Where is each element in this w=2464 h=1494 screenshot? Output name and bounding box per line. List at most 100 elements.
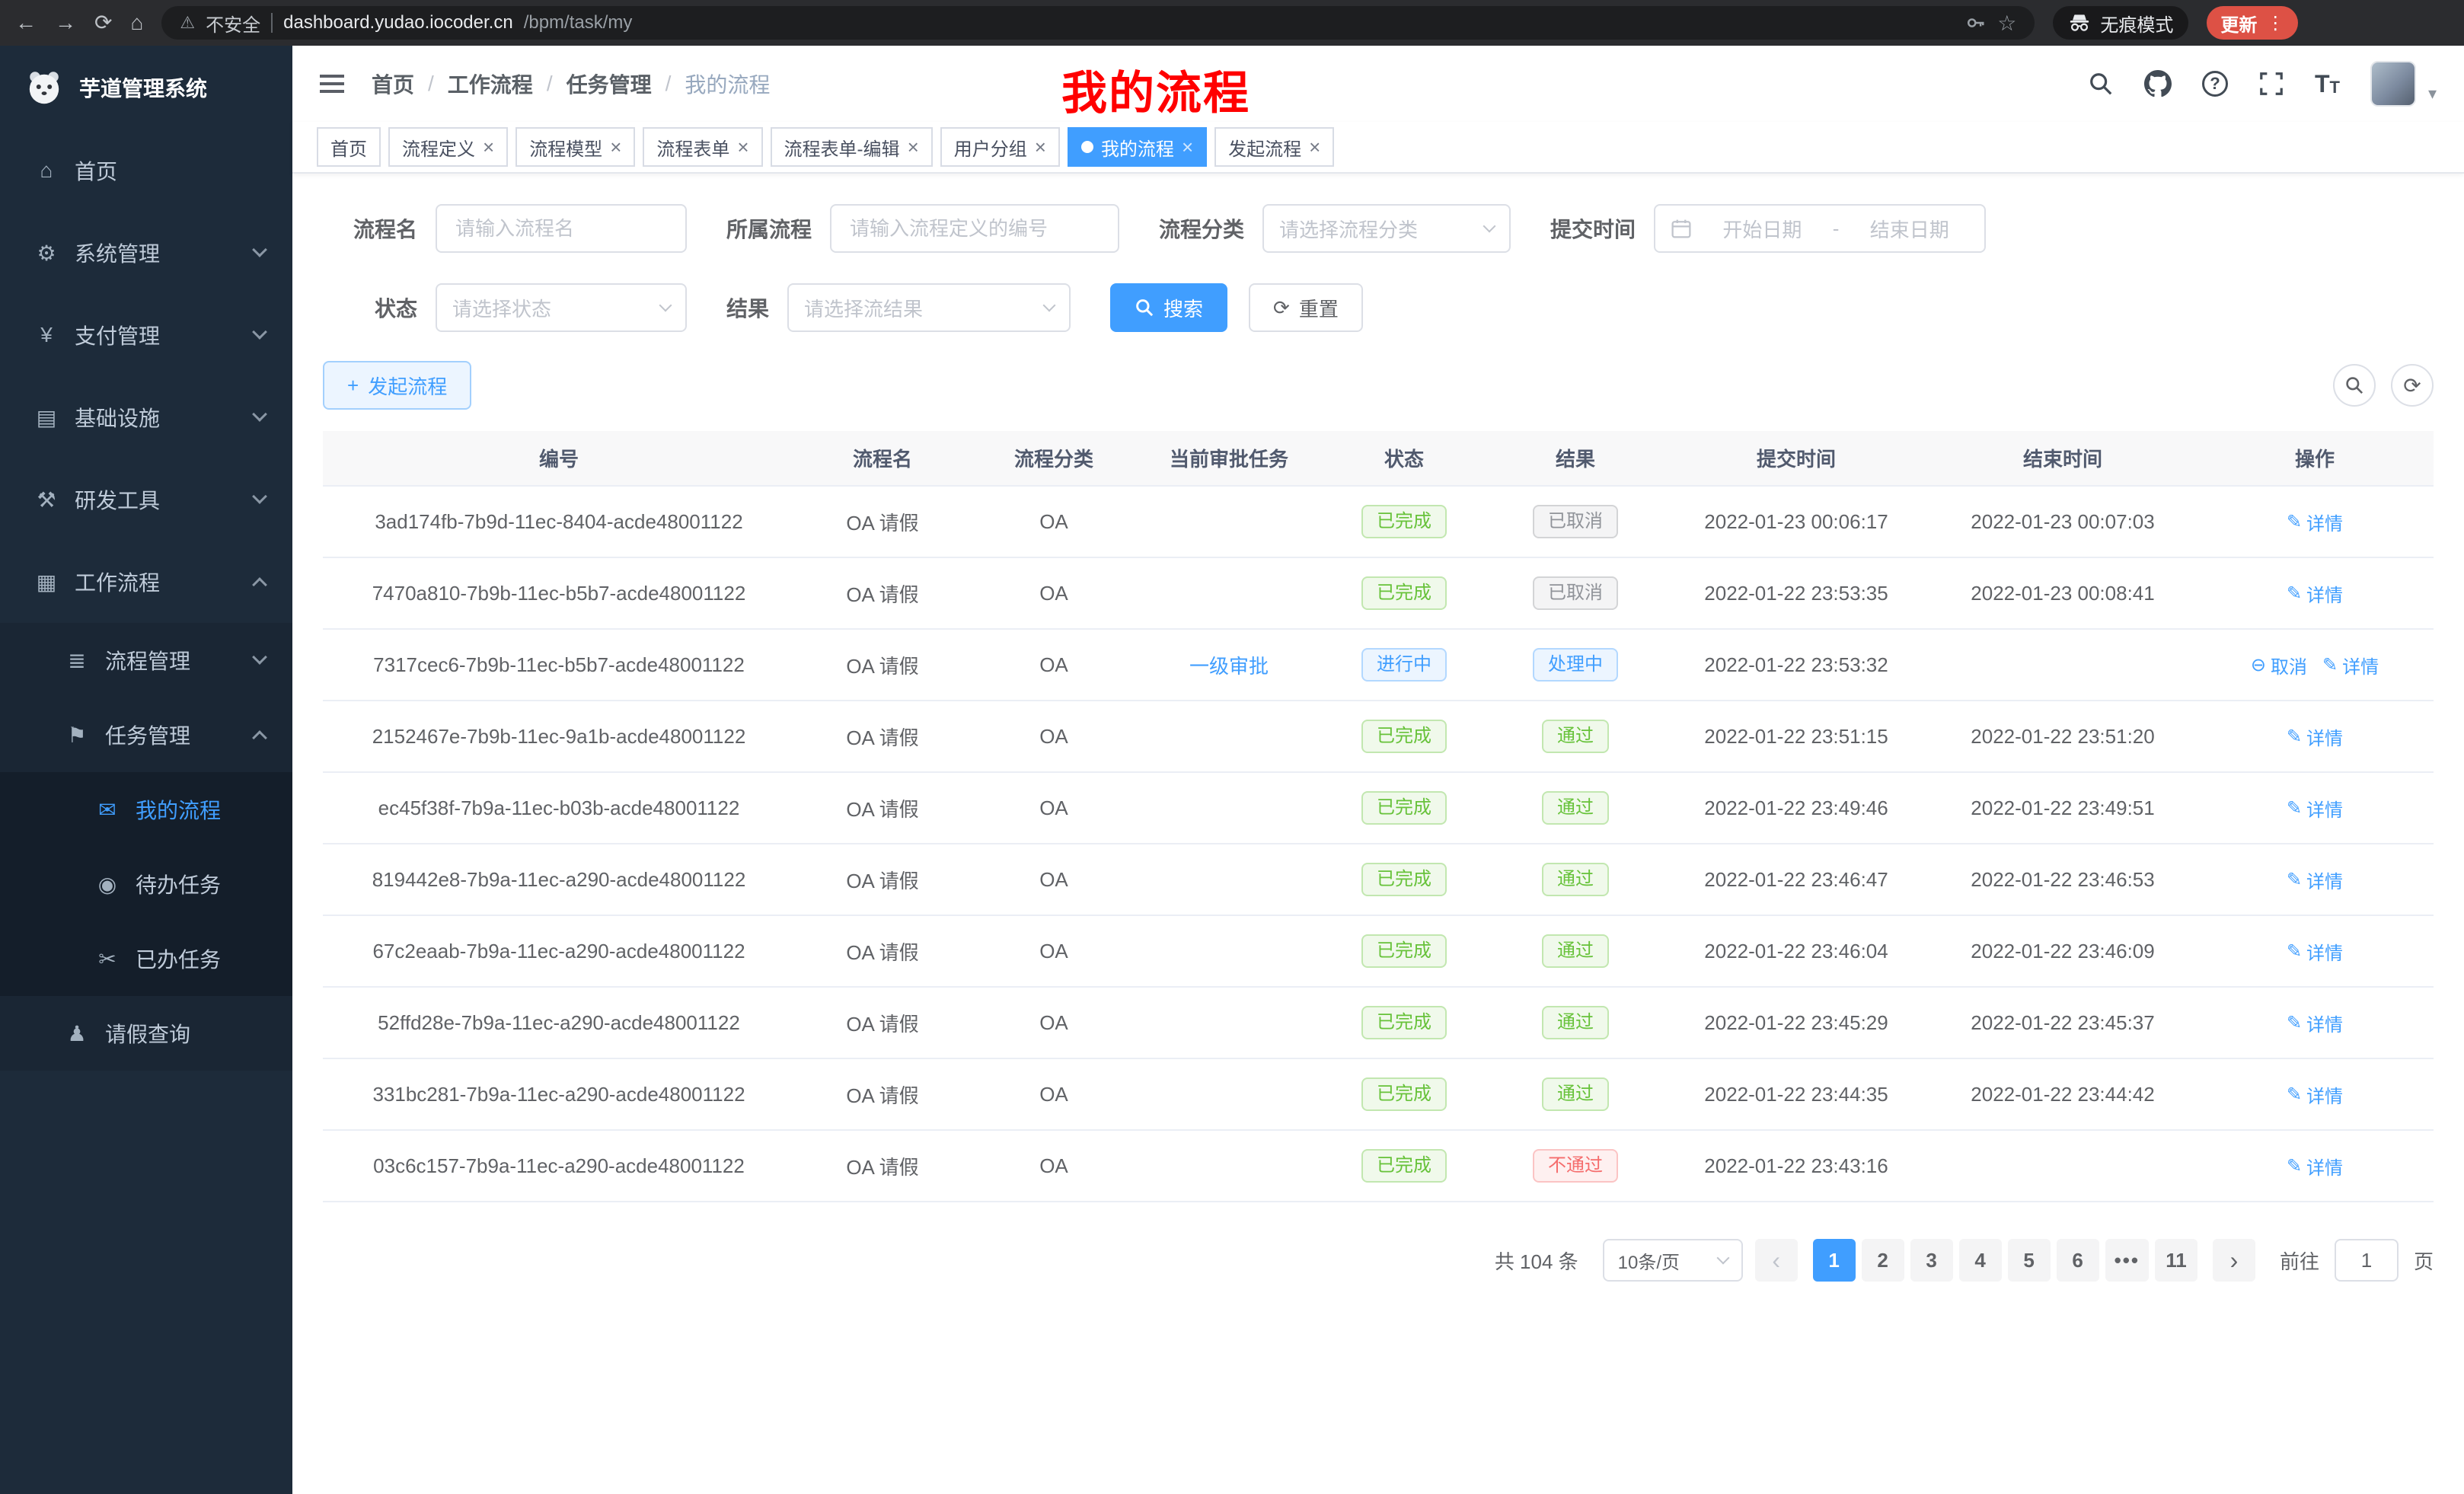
view-tab[interactable]: 流程表单-编辑×	[771, 127, 933, 167]
main-area: 首页/工作流程/任务管理/我的流程 ? TT	[292, 46, 2464, 1494]
sidebar-item[interactable]: ▦工作流程	[0, 541, 292, 623]
detail-action[interactable]: ✎详情	[2287, 509, 2343, 535]
cell-process-name: OA 请假	[795, 915, 970, 987]
view-tab[interactable]: 发起流程×	[1214, 127, 1334, 167]
detail-action[interactable]: ✎详情	[2287, 1153, 2343, 1180]
cell-category: OA	[970, 1058, 1138, 1130]
detail-action[interactable]: ✎详情	[2287, 938, 2343, 965]
detail-action[interactable]: ✎详情	[2287, 1081, 2343, 1108]
font-size-icon[interactable]: TT	[2315, 72, 2340, 96]
sidebar-item[interactable]: ◉待办任务	[0, 847, 292, 921]
password-key-icon[interactable]	[1965, 12, 1987, 34]
bookmark-star-icon[interactable]: ☆	[1997, 11, 2016, 36]
detail-action[interactable]: ✎详情	[2287, 795, 2343, 822]
cancel-action[interactable]: ⊖取消	[2251, 652, 2307, 678]
collapse-sidebar-icon[interactable]	[317, 69, 347, 99]
reload-icon[interactable]: ⟳	[94, 12, 112, 34]
submit-time-range-picker[interactable]: 开始日期 - 结束日期	[1654, 204, 1986, 253]
view-tab[interactable]: 流程模型×	[515, 127, 635, 167]
status-badge: 已完成	[1361, 1006, 1447, 1039]
sidebar-item-label: 待办任务	[136, 869, 221, 899]
breadcrumb-item[interactable]: 首页	[372, 69, 414, 99]
sidebar-item[interactable]: ⚒研发工具	[0, 458, 292, 541]
close-icon[interactable]: ×	[610, 137, 621, 157]
cell-current-task	[1138, 772, 1320, 844]
sidebar-item[interactable]: ¥支付管理	[0, 294, 292, 376]
sidebar-item[interactable]: ⚑任务管理	[0, 698, 292, 772]
fullscreen-icon[interactable]	[2258, 71, 2284, 97]
tab-label: 流程表单	[656, 134, 729, 161]
reset-button[interactable]: ⟳ 重置	[1249, 283, 1363, 332]
cell-submit-time: 2022-01-22 23:46:47	[1663, 844, 1929, 915]
detail-action[interactable]: ✎详情	[2322, 652, 2379, 678]
avatar-caret-icon[interactable]: ▾	[2428, 84, 2437, 107]
plus-icon: +	[347, 375, 359, 395]
update-button[interactable]: 更新 ⋮	[2207, 6, 2298, 40]
address-bar[interactable]: ⚠ 不安全 dashboard.yudao.iocoder.cn/bpm/tas…	[161, 6, 2035, 40]
page-button[interactable]: 11	[2155, 1239, 2197, 1282]
close-icon[interactable]: ×	[908, 137, 919, 157]
cell-end-time: 2022-01-22 23:45:37	[1929, 987, 2196, 1058]
breadcrumb-item[interactable]: 任务管理	[567, 69, 652, 99]
status-select[interactable]: 请选择状态	[436, 283, 687, 332]
view-tab[interactable]: 我的流程×	[1068, 127, 1207, 167]
view-tab[interactable]: 流程定义×	[388, 127, 508, 167]
help-icon[interactable]: ?	[2202, 71, 2228, 97]
view-tab[interactable]: 流程表单 ×	[643, 127, 762, 167]
back-icon[interactable]: ←	[15, 12, 37, 34]
close-icon[interactable]: ×	[1309, 137, 1320, 157]
table-toolbar: + 发起流程 ⟳	[323, 361, 2434, 410]
detail-action[interactable]: ✎详情	[2287, 723, 2343, 750]
cancel-action-label: 取消	[2271, 652, 2307, 678]
column-header: 结束时间	[1929, 431, 2196, 486]
search-button[interactable]: 搜索	[1110, 283, 1227, 332]
page-button[interactable]: 6	[2057, 1239, 2099, 1282]
page-button[interactable]: 3	[1910, 1239, 1953, 1282]
close-icon[interactable]: ×	[1035, 137, 1046, 157]
prev-page-button[interactable]: ‹	[1755, 1239, 1798, 1282]
category-select[interactable]: 请选择流程分类	[1262, 204, 1511, 253]
page-button[interactable]: 1	[1813, 1239, 1856, 1282]
current-task-link[interactable]: 一级审批	[1189, 655, 1269, 678]
header-search-icon[interactable]	[2088, 71, 2114, 97]
cell-category: OA	[970, 486, 1138, 557]
sidebar-item[interactable]: ⌂首页	[0, 129, 292, 212]
breadcrumb-item[interactable]: 工作流程	[448, 69, 533, 99]
page-size-select[interactable]: 10条/页	[1603, 1239, 1743, 1282]
view-tab[interactable]: 用户分组×	[940, 127, 1060, 167]
goto-page-input[interactable]	[2335, 1239, 2399, 1282]
sidebar-item[interactable]: ✉我的流程	[0, 772, 292, 847]
detail-action[interactable]: ✎详情	[2287, 867, 2343, 893]
forward-icon[interactable]: →	[55, 12, 76, 34]
sidebar-item-label: 我的流程	[136, 794, 221, 825]
close-icon[interactable]: ×	[483, 137, 494, 157]
cell-current-task	[1138, 1130, 1320, 1202]
process-name-input[interactable]	[436, 204, 687, 253]
view-tab[interactable]: 首页	[317, 127, 381, 167]
sidebar-item[interactable]: ▤基础设施	[0, 376, 292, 458]
create-process-button[interactable]: + 发起流程	[323, 361, 471, 410]
next-page-button[interactable]: ›	[2213, 1239, 2255, 1282]
sidebar-item[interactable]: ⚙系统管理	[0, 212, 292, 294]
process-name-label: 流程名	[323, 213, 417, 244]
browser-home-icon[interactable]: ⌂	[130, 12, 143, 34]
page-button[interactable]: 5	[2008, 1239, 2051, 1282]
github-icon[interactable]	[2144, 70, 2172, 97]
detail-action[interactable]: ✎详情	[2287, 580, 2343, 607]
browser-menu-dots-icon[interactable]: ⋮	[2266, 12, 2284, 34]
close-icon[interactable]: ×	[1182, 137, 1193, 157]
table-search-button[interactable]	[2333, 364, 2376, 407]
detail-action[interactable]: ✎详情	[2287, 1010, 2343, 1036]
app-logo-row[interactable]: 芋道管理系统	[0, 46, 292, 129]
more-pages-button[interactable]: •••	[2105, 1239, 2149, 1282]
user-avatar[interactable]	[2370, 61, 2416, 107]
page-button[interactable]: 4	[1959, 1239, 2002, 1282]
close-icon[interactable]: ×	[737, 137, 748, 157]
sidebar-item[interactable]: ≣流程管理	[0, 623, 292, 698]
parent-process-input[interactable]	[830, 204, 1119, 253]
sidebar-item[interactable]: ✂已办任务	[0, 921, 292, 996]
page-button[interactable]: 2	[1862, 1239, 1904, 1282]
sidebar-item[interactable]: ♟请假查询	[0, 996, 292, 1071]
result-select[interactable]: 请选择流结果	[787, 283, 1071, 332]
table-refresh-button[interactable]: ⟳	[2391, 364, 2434, 407]
